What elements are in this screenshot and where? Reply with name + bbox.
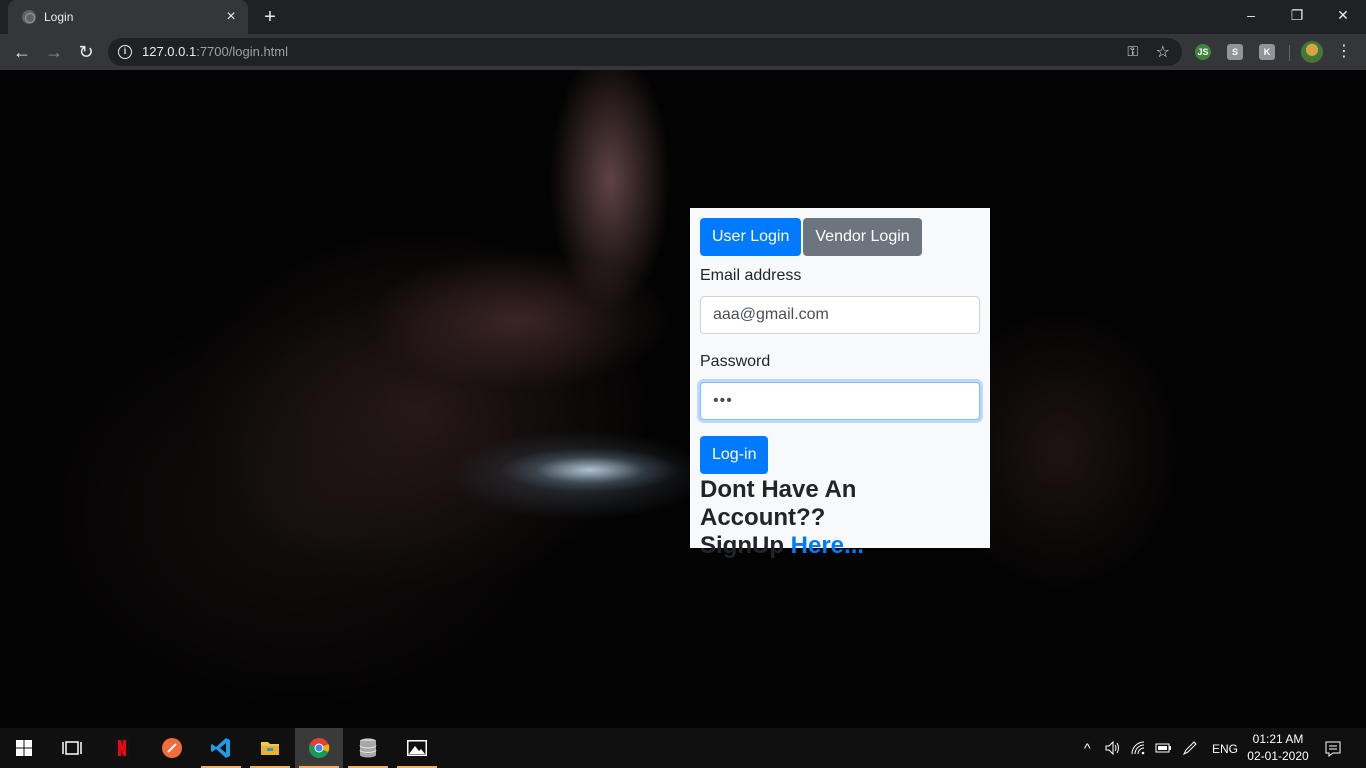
close-tab-icon[interactable]: × bbox=[222, 8, 240, 26]
reload-button[interactable]: ↻ bbox=[73, 39, 99, 65]
vscode-app[interactable] bbox=[197, 728, 245, 768]
tab-title: Login bbox=[44, 10, 74, 24]
signup-text: SignUp bbox=[700, 532, 791, 559]
key-icon[interactable]: ⚿ bbox=[1127, 43, 1138, 60]
netflix-icon bbox=[115, 739, 129, 757]
browser-menu-icon[interactable]: ⋮ bbox=[1336, 42, 1352, 62]
database-icon bbox=[359, 738, 377, 758]
signup-prompt: Dont Have An Account?? SignUp Here... bbox=[700, 476, 985, 560]
task-view-icon bbox=[62, 741, 82, 755]
file-explorer-icon bbox=[261, 742, 279, 755]
signup-question: Dont Have An Account?? bbox=[700, 476, 857, 531]
browser-tab[interactable]: Login × bbox=[8, 0, 248, 34]
browser-toolbar: ← → ↻ i 127.0.0.1:7700/login.html ⚿ ☆ JS… bbox=[0, 34, 1366, 70]
close-window-button[interactable]: ✕ bbox=[1320, 0, 1366, 30]
battery-icon[interactable] bbox=[1154, 740, 1172, 756]
forward-button[interactable]: → bbox=[41, 39, 67, 65]
extension-icon-3[interactable]: K bbox=[1259, 44, 1275, 60]
language-indicator[interactable]: ENG bbox=[1212, 740, 1238, 758]
page-background: User Login Vendor Login Email address aaa… bbox=[0, 70, 1366, 728]
minimize-button[interactable]: – bbox=[1228, 0, 1274, 30]
email-label: Email address bbox=[700, 267, 802, 284]
toolbar-divider bbox=[1289, 45, 1290, 61]
password-label: Password bbox=[700, 353, 771, 370]
chrome-app[interactable] bbox=[295, 728, 343, 768]
start-button[interactable] bbox=[0, 728, 48, 768]
signup-link[interactable]: Here... bbox=[791, 532, 864, 559]
extension-icon-2[interactable]: S bbox=[1227, 44, 1243, 60]
url-path: :7700/login.html bbox=[196, 44, 288, 59]
clock-date: 02-01-2020 bbox=[1247, 749, 1309, 763]
postman-app[interactable] bbox=[148, 728, 196, 768]
profile-avatar[interactable] bbox=[1301, 41, 1323, 63]
clock-time: 01:21 AM bbox=[1252, 732, 1304, 746]
url-host: 127.0.0.1 bbox=[142, 44, 197, 59]
taskbar: ^ ENG 01:21 AM 02-01-2020 bbox=[0, 728, 1366, 768]
password-field[interactable]: ••• bbox=[700, 382, 980, 420]
address-bar[interactable]: i 127.0.0.1:7700/login.html ⚿ ☆ bbox=[108, 38, 1182, 66]
windows-start-icon bbox=[16, 740, 32, 756]
user-login-tab[interactable]: User Login bbox=[700, 218, 802, 256]
postman-icon bbox=[162, 738, 182, 758]
chrome-icon bbox=[309, 738, 330, 758]
file-explorer-app[interactable] bbox=[246, 728, 294, 768]
signup-line: SignUp Here... bbox=[700, 532, 985, 560]
bookmark-star-icon[interactable]: ☆ bbox=[1156, 42, 1170, 62]
photos-app[interactable] bbox=[393, 728, 441, 768]
login-type-tabs: User Login Vendor Login bbox=[700, 218, 922, 256]
site-info-icon[interactable]: i bbox=[118, 45, 132, 59]
url-text[interactable]: 127.0.0.1:7700/login.html bbox=[142, 45, 288, 59]
notifications-icon[interactable] bbox=[1324, 740, 1342, 758]
login-card: User Login Vendor Login Email address aaa… bbox=[690, 208, 990, 559]
vscode-icon bbox=[211, 738, 230, 758]
show-hidden-icons-button[interactable]: ^ bbox=[1084, 739, 1091, 757]
nodejs-extension-icon[interactable]: JS bbox=[1195, 44, 1211, 60]
taskbar-clock[interactable]: 01:21 AM 02-01-2020 bbox=[1242, 731, 1314, 765]
globe-icon bbox=[22, 10, 36, 24]
volume-icon[interactable] bbox=[1104, 740, 1122, 756]
back-button[interactable]: ← bbox=[9, 39, 35, 65]
browser-tab-strip: Login × + – ❐ ✕ bbox=[0, 0, 1366, 34]
task-view-button[interactable] bbox=[48, 728, 96, 768]
email-field[interactable]: aaa@gmail.com bbox=[700, 296, 980, 334]
pen-icon[interactable] bbox=[1181, 740, 1199, 756]
netflix-app[interactable] bbox=[98, 728, 146, 768]
restore-button[interactable]: ❐ bbox=[1274, 0, 1320, 30]
database-app[interactable] bbox=[344, 728, 392, 768]
photos-icon bbox=[407, 740, 427, 756]
wifi-icon[interactable] bbox=[1130, 740, 1148, 756]
vendor-login-tab[interactable]: Vendor Login bbox=[803, 218, 922, 256]
new-tab-button[interactable]: + bbox=[258, 6, 282, 28]
login-button[interactable]: Log-in bbox=[700, 436, 769, 474]
